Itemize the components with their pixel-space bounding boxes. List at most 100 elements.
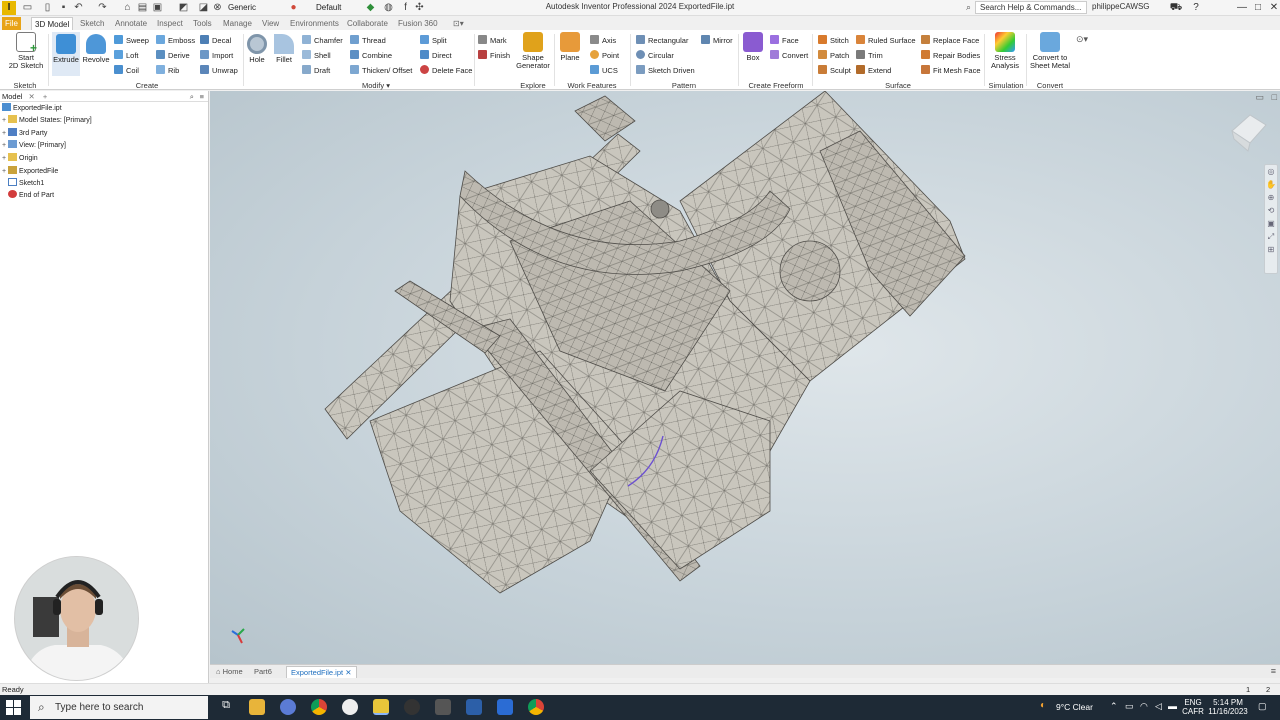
- save-icon[interactable]: ▪: [58, 2, 69, 13]
- extend-button[interactable]: Extend: [856, 65, 891, 75]
- expand-icon[interactable]: +: [0, 115, 8, 127]
- circular-pattern-button[interactable]: Circular: [636, 50, 674, 60]
- tab-manage[interactable]: Manage: [220, 17, 255, 30]
- start-2d-sketch-button[interactable]: + Start 2D Sketch: [6, 32, 46, 70]
- tab-annotate[interactable]: Annotate: [112, 17, 150, 30]
- hole-button[interactable]: Hole: [246, 34, 268, 64]
- derive-button[interactable]: Derive: [156, 50, 190, 60]
- weather-text[interactable]: 9°C Clear: [1056, 703, 1093, 712]
- ribbon-options-icon[interactable]: ⊙▾: [1076, 34, 1088, 45]
- adjust-icon[interactable]: ◆: [365, 2, 376, 13]
- convert-to-sheet-metal-button[interactable]: Convert to Sheet Metal: [1028, 32, 1072, 70]
- cart-icon[interactable]: ⛟: [1168, 1, 1184, 14]
- viewport-maximize-icon[interactable]: □: [1272, 92, 1277, 102]
- tree-item-3rd-party[interactable]: +3rd Party: [0, 128, 47, 140]
- tray-chevron-icon[interactable]: ⌃: [1110, 702, 1118, 711]
- thicken-offset-button[interactable]: Thicken/ Offset: [350, 65, 412, 75]
- direct-button[interactable]: Direct: [420, 50, 452, 60]
- inventor-logo-icon[interactable]: I: [2, 1, 16, 15]
- expand-icon[interactable]: +: [0, 153, 8, 165]
- new-file-icon[interactable]: ▭: [22, 2, 33, 13]
- sketch-driven-pattern-button[interactable]: Sketch Driven: [636, 65, 695, 75]
- expression-icon[interactable]: ✣: [414, 2, 425, 13]
- mesh-model[interactable]: [210, 91, 1280, 664]
- tab-tools[interactable]: Tools: [190, 17, 215, 30]
- finish-button[interactable]: Finish: [478, 50, 510, 60]
- tree-item-model-states[interactable]: + Model States: [Primary]: [0, 115, 92, 127]
- mirror-button[interactable]: Mirror: [701, 35, 733, 45]
- help-icon[interactable]: ?: [1188, 1, 1204, 14]
- chrome-icon[interactable]: [311, 699, 327, 715]
- app-icon[interactable]: [404, 699, 420, 715]
- tree-item-origin[interactable]: + Origin: [0, 153, 38, 165]
- user-account[interactable]: philippeCAWSG: [1092, 2, 1150, 11]
- battery-icon[interactable]: ▬: [1168, 702, 1177, 711]
- sculpt-button[interactable]: Sculpt: [818, 65, 851, 75]
- close-browser-tab-icon[interactable]: ✕: [29, 92, 35, 101]
- help-search-input[interactable]: Search Help & Commands...: [975, 1, 1087, 14]
- thread-button[interactable]: Thread: [350, 35, 386, 45]
- appearance-ball-icon[interactable]: ●: [288, 2, 299, 13]
- graphics-viewport[interactable]: ◎ ✋ ⊕ ⟲ ▣ ⤢ ⊞ ▭ □: [210, 91, 1280, 664]
- clock[interactable]: 5:14 PM 11/16/2023: [1206, 698, 1250, 716]
- powershell-icon[interactable]: [466, 699, 482, 715]
- maximize-button[interactable]: □: [1250, 1, 1266, 14]
- viewport-restore-icon[interactable]: ▭: [1255, 92, 1264, 103]
- extrude-button[interactable]: Extrude: [52, 32, 80, 76]
- tab-inspect[interactable]: Inspect: [154, 17, 186, 30]
- ucs-button[interactable]: UCS: [590, 65, 618, 75]
- minimize-button[interactable]: —: [1234, 1, 1250, 14]
- expand-icon[interactable]: +: [0, 140, 8, 152]
- tree-item-end-of-part[interactable]: End of Part: [0, 190, 54, 202]
- tree-item-part[interactable]: ExportedFile.ipt: [2, 103, 62, 115]
- doc-tab-part6[interactable]: Part6: [250, 666, 276, 678]
- shell-button[interactable]: Shell: [302, 50, 331, 60]
- tab-environments[interactable]: Environments: [287, 17, 342, 30]
- tree-item-exported-file[interactable]: + ExportedFile: [0, 166, 58, 178]
- trim-button[interactable]: Trim: [856, 50, 883, 60]
- freeform-box-button[interactable]: Box: [742, 32, 764, 62]
- wifi-icon[interactable]: ◠: [1140, 702, 1148, 711]
- fit-mesh-face-button[interactable]: Fit Mesh Face: [921, 65, 981, 75]
- tab-file[interactable]: File: [2, 17, 21, 30]
- tree-item-view[interactable]: + View: [Primary]: [0, 140, 66, 152]
- mark-button[interactable]: Mark: [478, 35, 507, 45]
- app-icon[interactable]: [435, 699, 451, 715]
- plane-button[interactable]: Plane: [558, 32, 582, 62]
- revolve-button[interactable]: Revolve: [81, 34, 111, 64]
- navigation-bar[interactable]: ◎ ✋ ⊕ ⟲ ▣ ⤢ ⊞: [1264, 164, 1278, 274]
- draft-button[interactable]: Draft: [302, 65, 330, 75]
- split-button[interactable]: Split: [420, 35, 447, 45]
- import-button[interactable]: Import: [200, 50, 233, 60]
- repair-bodies-button[interactable]: Repair Bodies: [921, 50, 980, 60]
- stitch-button[interactable]: Stitch: [818, 35, 849, 45]
- redo-icon[interactable]: ↷: [97, 2, 108, 13]
- freeform-convert-button[interactable]: Convert: [770, 50, 808, 60]
- inventor-taskbar-icon[interactable]: [373, 699, 389, 715]
- color-override-icon[interactable]: ◍: [383, 2, 394, 13]
- delete-face-button[interactable]: Delete Face: [420, 65, 472, 75]
- volume-icon[interactable]: ◁: [1155, 702, 1162, 711]
- tab-3d-model[interactable]: 3D Model: [31, 17, 74, 30]
- patch-button[interactable]: Patch: [818, 50, 849, 60]
- update-icon[interactable]: ◩: [178, 2, 189, 13]
- point-button[interactable]: Point: [590, 50, 619, 60]
- rib-button[interactable]: Rib: [156, 65, 179, 75]
- doc-tab-exported-file[interactable]: ExportedFile.ipt ✕: [286, 666, 357, 678]
- tab-sketch[interactable]: Sketch: [77, 17, 107, 30]
- doc-tab-home[interactable]: ⌂ Home: [212, 666, 247, 678]
- fillet-button[interactable]: Fillet: [272, 34, 296, 64]
- outlook-icon[interactable]: [497, 699, 513, 715]
- tree-item-sketch1[interactable]: Sketch1: [0, 178, 44, 190]
- network-icon[interactable]: ▭: [1125, 702, 1134, 711]
- style-dropdown[interactable]: Default: [316, 2, 341, 14]
- expand-icon[interactable]: +: [0, 166, 8, 178]
- loft-button[interactable]: Loft: [114, 50, 139, 60]
- add-browser-tab-icon[interactable]: +: [43, 92, 47, 101]
- task-view-icon[interactable]: ⧉: [218, 699, 234, 715]
- shape-generator-button[interactable]: Shape Generator: [514, 32, 552, 70]
- home-icon[interactable]: ⌂: [122, 2, 133, 13]
- unwrap-button[interactable]: Unwrap: [200, 65, 238, 75]
- ruled-surface-button[interactable]: Ruled Surface: [856, 35, 916, 45]
- app-icon[interactable]: [280, 699, 296, 715]
